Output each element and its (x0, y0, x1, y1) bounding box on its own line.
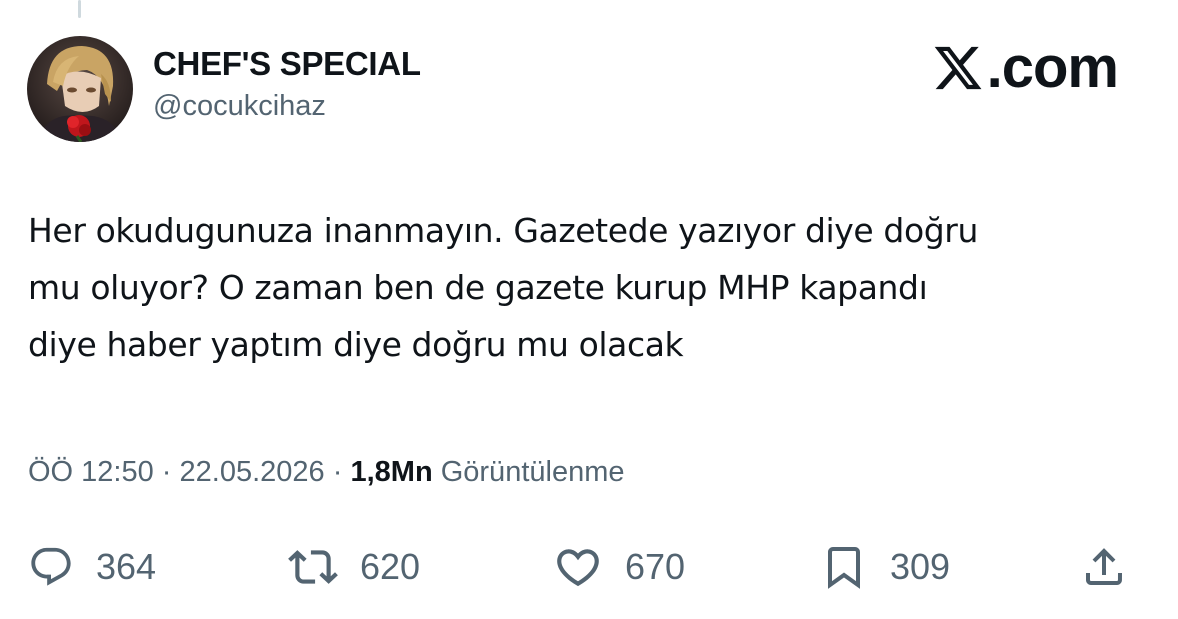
heart-icon (557, 549, 599, 587)
reply-icon (31, 547, 71, 586)
reply-count: 364 (96, 546, 157, 587)
tweet-author: CHEF'S SPECIAL @cocukcihaz (153, 44, 421, 124)
author-handle[interactable]: @cocukcihaz (153, 88, 421, 124)
thread-connector-line (78, 0, 81, 18)
meta-separator: · (153, 456, 180, 488)
reply-button[interactable]: 364 (28, 532, 156, 602)
views-label: Görüntülenme (440, 456, 625, 488)
x-logo-icon (934, 46, 982, 90)
tweet-time[interactable]: ÖÖ 12:50 (28, 456, 154, 488)
like-button[interactable]: 670 (553, 532, 685, 602)
bookmark-button[interactable]: 309 (820, 532, 950, 602)
tweet-text-line: diye haber yaptım diye doğru mu olacak (28, 325, 684, 364)
tweet-meta: ÖÖ 12:50 · 22.05.2026 · 1,8Mn Görüntülen… (28, 452, 625, 492)
repost-button[interactable]: 620 (288, 532, 420, 602)
repost-count: 620 (360, 546, 421, 587)
tweet-action-bar: 364 620 670 309 (28, 532, 1148, 602)
tweet-text: Her okudugunuza inanmayın. Gazetede yazı… (28, 202, 1148, 373)
tweet-text-line: Her okudugunuza inanmayın. Gazetede yazı… (28, 211, 978, 250)
brand-watermark: .com (931, 35, 1119, 100)
brand-domain-text: .com (986, 35, 1119, 100)
bookmark-icon (828, 547, 860, 589)
share-icon (1086, 548, 1122, 585)
avatar[interactable] (27, 36, 133, 142)
views-count: 1,8Mn (350, 456, 433, 488)
author-display-name[interactable]: CHEF'S SPECIAL (153, 44, 421, 84)
tweet-text-line: mu oluyor? O zaman ben de gazete kurup M… (28, 268, 928, 307)
repost-icon (288, 550, 338, 584)
bookmark-count: 309 (890, 546, 951, 587)
tweet-date[interactable]: 22.05.2026 (180, 456, 325, 488)
meta-separator: · (324, 456, 351, 488)
like-count: 670 (625, 546, 686, 587)
avatar-image (27, 36, 133, 142)
share-button[interactable] (1080, 532, 1128, 602)
